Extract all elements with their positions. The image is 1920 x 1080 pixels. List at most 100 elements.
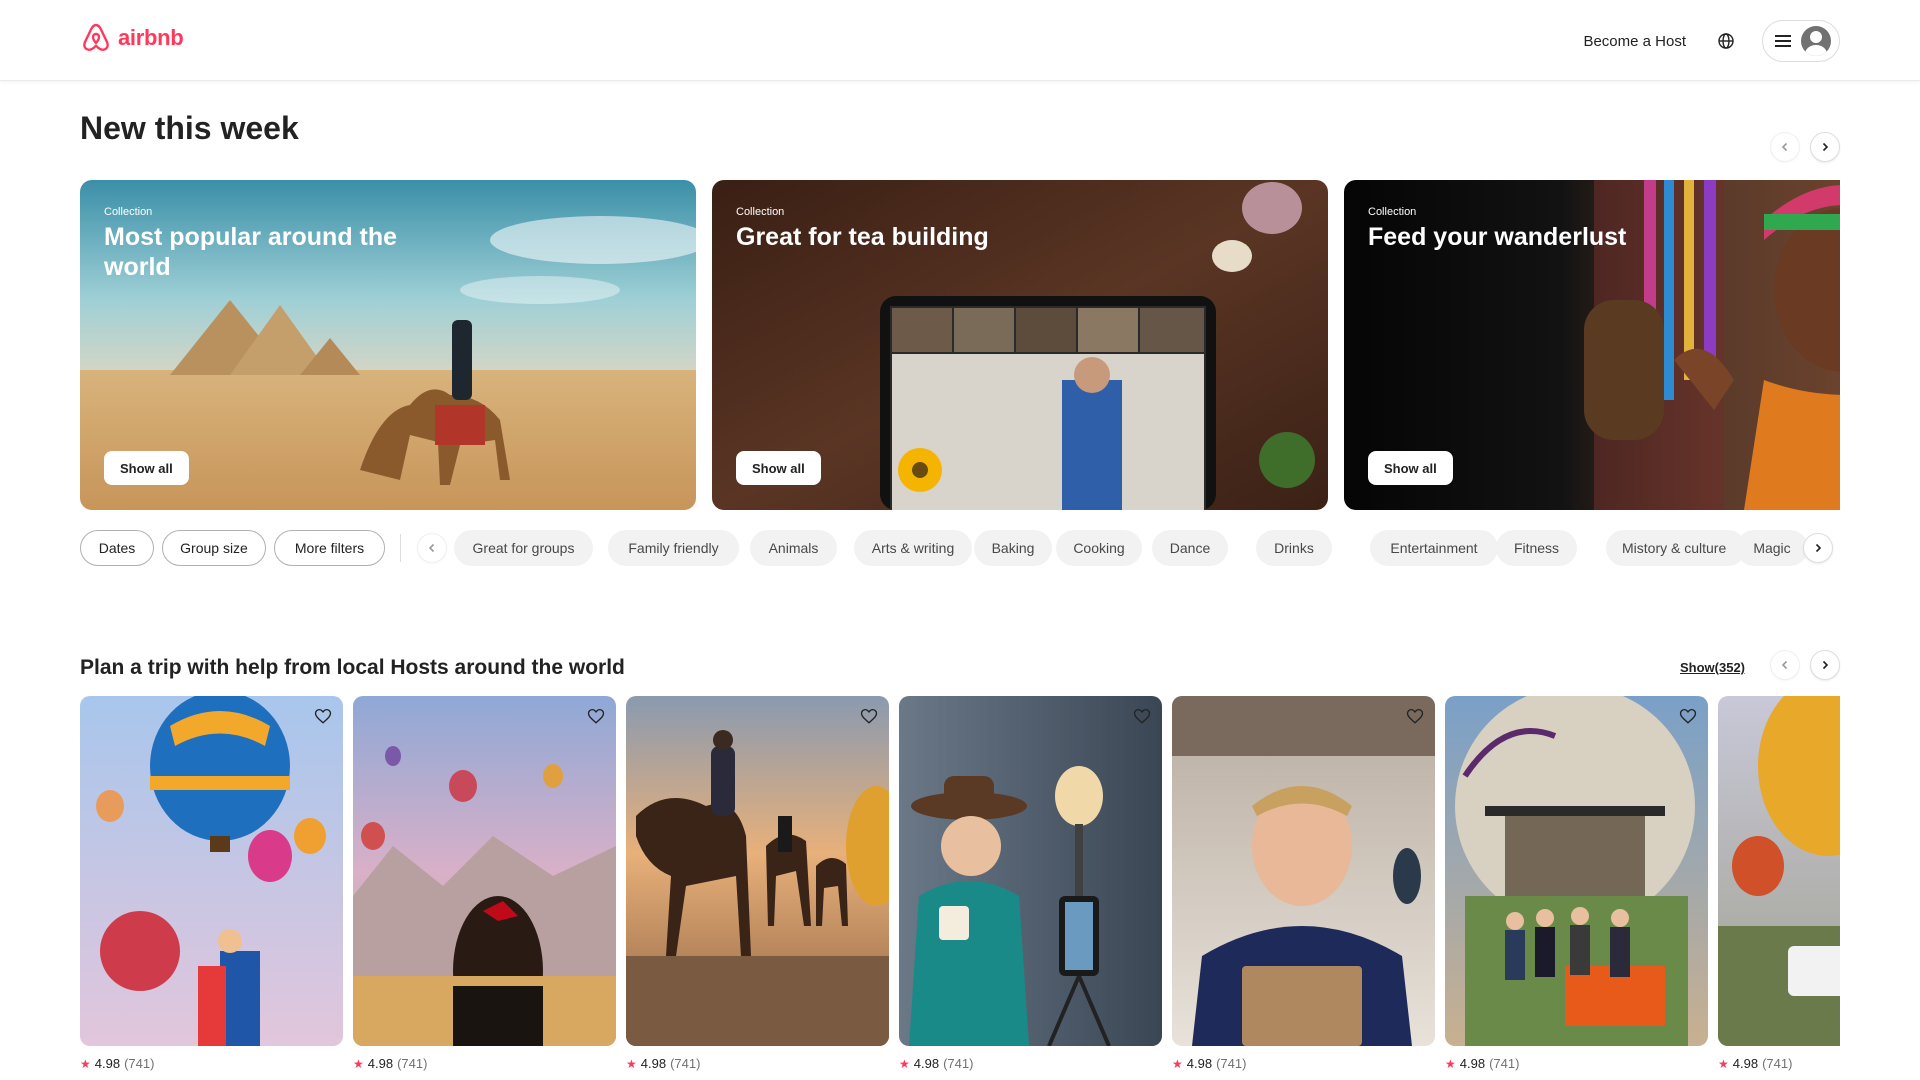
experience-rating: ★ 4.98 (741) xyxy=(1718,1056,1840,1071)
save-heart-button[interactable] xyxy=(1132,706,1152,726)
collections-carousel-nav xyxy=(1770,132,1840,162)
category-pill-dance[interactable]: Dance xyxy=(1152,530,1228,566)
star-icon: ★ xyxy=(1172,1056,1183,1071)
experience-rating: ★ 4.98 (741) xyxy=(899,1056,1162,1071)
experience-rating: ★ 4.98 (741) xyxy=(1172,1056,1435,1071)
star-icon: ★ xyxy=(1718,1056,1729,1071)
chevron-left-icon xyxy=(428,543,435,553)
airbnb-logo-icon xyxy=(83,23,109,51)
experience-rating: ★ 4.98 (741) xyxy=(80,1056,343,1071)
carousel-prev-button[interactable] xyxy=(1770,650,1800,680)
category-pill-family-friendly[interactable]: Family friendly xyxy=(608,530,739,566)
review-count: (741) xyxy=(670,1056,701,1071)
hamburger-menu-icon xyxy=(1775,35,1791,47)
experiences-carousel-nav xyxy=(1770,650,1840,680)
review-count: (741) xyxy=(124,1056,155,1071)
chevron-right-icon xyxy=(1815,543,1822,553)
rating-value: 4.98 xyxy=(1732,1056,1759,1071)
category-pill-fitness[interactable]: Fitness xyxy=(1496,530,1577,566)
category-pill-drinks[interactable]: Drinks xyxy=(1256,530,1332,566)
become-host-link[interactable]: Become a Host xyxy=(1571,23,1698,60)
language-button[interactable] xyxy=(1706,21,1746,61)
heart-icon xyxy=(587,708,605,724)
category-pill-cooking[interactable]: Cooking xyxy=(1056,530,1142,566)
rating-value: 4.98 xyxy=(367,1056,394,1071)
review-count: (741) xyxy=(1489,1056,1520,1071)
heart-icon xyxy=(1133,708,1151,724)
user-menu-button[interactable] xyxy=(1762,20,1840,62)
carousel-next-button[interactable] xyxy=(1810,650,1840,680)
carousel-prev-button[interactable] xyxy=(1770,132,1800,162)
experience-card[interactable]: ★ 4.98 (741) xyxy=(1718,696,1840,1071)
filter-scroll-next-button[interactable] xyxy=(1803,533,1833,563)
experience-card[interactable]: ★ 4.98 (741) xyxy=(353,696,616,1071)
experience-image-cappadocia-valley xyxy=(353,696,616,1046)
save-heart-button[interactable] xyxy=(859,706,879,726)
collection-card[interactable]: Collection Great for tea building Show a… xyxy=(712,180,1328,510)
heart-icon xyxy=(314,708,332,724)
experience-card[interactable]: ★ 4.98 (741) xyxy=(80,696,343,1071)
star-icon: ★ xyxy=(1445,1056,1456,1071)
rating-value: 4.98 xyxy=(94,1056,121,1071)
rating-value: 4.98 xyxy=(1186,1056,1213,1071)
collection-label: Collection xyxy=(736,206,785,218)
star-icon: ★ xyxy=(626,1056,637,1071)
experience-rating: ★ 4.98 (741) xyxy=(626,1056,889,1071)
user-avatar-icon xyxy=(1801,26,1831,56)
heart-icon xyxy=(1679,708,1697,724)
review-count: (741) xyxy=(397,1056,428,1071)
collection-card[interactable]: Collection Most popular around the world… xyxy=(80,180,696,510)
section-title-new-this-week: New this week xyxy=(80,110,299,146)
airbnb-logo[interactable]: airbnb xyxy=(80,22,184,54)
filter-more-filters-button[interactable]: More filters xyxy=(274,530,385,566)
experience-card[interactable]: ★ 4.98 (741) xyxy=(626,696,889,1071)
filter-bar: Dates Group size More filters Great for … xyxy=(80,530,1840,566)
carousel-next-button[interactable] xyxy=(1810,132,1840,162)
review-count: (741) xyxy=(943,1056,974,1071)
header-actions: Become a Host xyxy=(1571,20,1840,62)
category-pill-baking[interactable]: Baking xyxy=(974,530,1052,566)
category-pill-mistory-culture[interactable]: Mistory & culture xyxy=(1606,530,1746,566)
show-all-button[interactable]: Show all xyxy=(104,451,189,485)
chevron-left-icon xyxy=(1781,142,1788,152)
filter-dates-button[interactable]: Dates xyxy=(80,530,154,566)
top-header: airbnb Become a Host xyxy=(0,0,1920,81)
experience-rating: ★ 4.98 (741) xyxy=(1445,1056,1708,1071)
star-icon: ★ xyxy=(80,1056,91,1071)
experience-card[interactable]: ★ 4.98 (741) xyxy=(1172,696,1435,1071)
collection-label: Collection xyxy=(1368,206,1417,218)
experience-image-balloon-group xyxy=(1445,696,1708,1046)
experience-rating: ★ 4.98 (741) xyxy=(353,1056,616,1071)
experience-card[interactable]: ★ 4.98 (741) xyxy=(1445,696,1708,1071)
show-all-button[interactable]: Show all xyxy=(736,451,821,485)
save-heart-button[interactable] xyxy=(1678,706,1698,726)
star-icon: ★ xyxy=(899,1056,910,1071)
collection-card[interactable]: Collection Feed your wanderlust Show all xyxy=(1344,180,1840,510)
collection-title: Most popular around the world xyxy=(104,223,398,281)
category-pill-great-for-groups[interactable]: Great for groups xyxy=(454,530,593,566)
logo-text: airbnb xyxy=(118,25,184,50)
collection-title: Great for tea building xyxy=(736,223,989,251)
category-pill-magic[interactable]: Magic xyxy=(1736,530,1808,566)
globe-icon xyxy=(1718,33,1734,49)
category-pill-entertainment[interactable]: Entertainment xyxy=(1370,530,1498,566)
show-all-experiences-link[interactable]: Show(352) xyxy=(1680,660,1745,675)
category-pill-animals[interactable]: Animals xyxy=(750,530,837,566)
filter-scroll-prev-button[interactable] xyxy=(417,533,447,563)
experience-image-camel-ride xyxy=(626,696,889,1046)
experience-card[interactable]: ★ 4.98 (741) xyxy=(899,696,1162,1071)
section-title-plan-a-trip: Plan a trip with help from local Hosts a… xyxy=(80,656,625,679)
star-icon: ★ xyxy=(353,1056,364,1071)
category-pill-arts-writing[interactable]: Arts & writing xyxy=(854,530,972,566)
experience-image-balloons xyxy=(80,696,343,1046)
show-all-button[interactable]: Show all xyxy=(1368,451,1453,485)
review-count: (741) xyxy=(1216,1056,1247,1071)
save-heart-button[interactable] xyxy=(586,706,606,726)
save-heart-button[interactable] xyxy=(1405,706,1425,726)
chevron-right-icon xyxy=(1822,660,1829,670)
collections-carousel: Collection Most popular around the world… xyxy=(80,180,1840,510)
save-heart-button[interactable] xyxy=(313,706,333,726)
filter-group-size-button[interactable]: Group size xyxy=(162,530,266,566)
rating-value: 4.98 xyxy=(1459,1056,1486,1071)
experience-image-balloon-van xyxy=(1718,696,1840,1046)
